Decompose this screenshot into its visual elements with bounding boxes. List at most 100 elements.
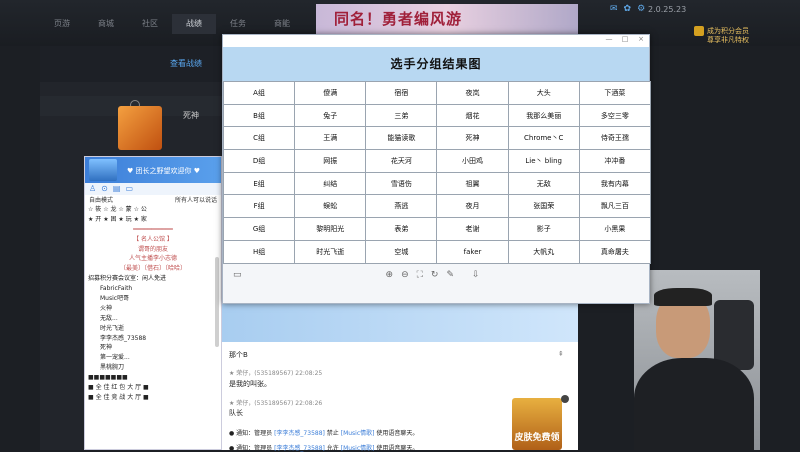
chat-header: ♥ 团长之野望欢迎你 ♥: [85, 157, 221, 183]
player-name: 小黑果: [578, 217, 652, 241]
list-item[interactable]: 招募积分赛会议室：闲人免进: [88, 274, 218, 284]
table-row: D组 网振 花天河 小田鸡 Lie丶 bling 冲冲番: [222, 149, 652, 173]
player-name: 影子: [507, 217, 580, 241]
message-icon[interactable]: ✉: [610, 4, 618, 14]
close-icon[interactable]: [561, 395, 569, 403]
close-button[interactable]: ×: [635, 35, 647, 43]
nav-ability[interactable]: 商能: [260, 14, 304, 34]
table-row: A组 傻满 宿宿 夜岚 大头 下酒菜: [222, 81, 652, 105]
download-icon[interactable]: ⇩: [472, 270, 480, 280]
group-table: A组 傻满 宿宿 夜岚 大头 下酒菜 B组 兔子 三弟 烟花 我那么美丽 多空三零 C组 王满 能猫读歌 死神…: [222, 81, 652, 264]
card-icon[interactable]: ▤: [113, 184, 121, 194]
player-name: 三弟: [365, 103, 438, 128]
nav-webgame[interactable]: 页游: [40, 14, 84, 34]
list-item[interactable]: ■ 全 佳 竞 战 大 厅 ■: [88, 393, 218, 403]
list-item[interactable]: ■ 全 佳 红 包 大 厅 ■: [88, 383, 218, 393]
player-name: 飘凡三百: [578, 194, 652, 219]
nav-community[interactable]: 社区: [128, 14, 172, 34]
system-notice: ● 通知：管理员 [李李杰感_73588] 禁止 [Music情歌] 使用语音聊…: [229, 430, 419, 437]
group-label: H组: [222, 239, 296, 264]
list-item: ═══════════: [133, 225, 173, 233]
player-name: Chrome丶C: [507, 126, 580, 151]
main-nav: 页游 商城 社区 战绩 任务 商能: [40, 14, 304, 34]
image-icon[interactable]: ▭: [233, 270, 242, 280]
list-item: ■■■■■■■: [88, 374, 128, 382]
skin-promo[interactable]: 皮肤免费领: [512, 398, 562, 450]
player-name: 小田鸡: [436, 149, 509, 173]
sub-bar: 查看战绩: [40, 46, 224, 82]
player-name: 宿宿: [365, 81, 438, 105]
chat-line: 那个B: [229, 351, 248, 359]
channel-logo: [89, 159, 117, 181]
monitor-icon[interactable]: ▭: [125, 184, 133, 194]
minimize-button[interactable]: —: [603, 35, 615, 43]
webcam-feed: [634, 270, 760, 450]
list-item[interactable]: 第一宠爱...: [88, 353, 218, 363]
player-name: 表弟: [365, 217, 438, 241]
chat-meta: ★ 荣仔，(535189567) 22:08:25: [229, 370, 323, 377]
list-item[interactable]: 时光飞逝: [88, 324, 218, 334]
group-label: B组: [222, 103, 296, 128]
version-label: 2.0.25.23: [648, 5, 687, 14]
list-item[interactable]: 谓哥的朋友: [88, 245, 218, 255]
chat-banner: [222, 304, 578, 342]
player-name: 烟花: [436, 103, 509, 128]
player-name: 侍奇王孺: [578, 126, 652, 151]
image-viewer-window: — □ × 选手分组结果图 A组 傻满 宿宿 夜岚 大头 下酒菜 B组 兔子 三弟 烟花 我那么美丽…: [222, 34, 652, 304]
fit-icon[interactable]: ⛶: [417, 270, 423, 280]
mode-row: 自由模式 所有人可以说话: [89, 197, 217, 204]
list-item[interactable]: ☆ 筱 ☆ 龙 ☆ 蒙 ☆ 公: [88, 205, 218, 215]
nav-record[interactable]: 战绩: [172, 14, 216, 34]
player-name: 纠结: [294, 171, 367, 196]
list-item[interactable]: 无敌...: [88, 314, 218, 324]
player-name: 黎明阳光: [294, 217, 367, 241]
list-item[interactable]: 李李杰感_73588: [88, 334, 218, 344]
group-label: A组: [222, 81, 296, 105]
maximize-button[interactable]: □: [619, 35, 631, 43]
profile-name: 死神: [183, 111, 199, 120]
viewer-titlebar: — □ ×: [223, 35, 649, 47]
list-item[interactable]: 〔最美〕〔借石〕〔哈哈〕: [88, 264, 218, 274]
rotate-icon[interactable]: ↻: [431, 270, 439, 280]
player-name: 雪语伤: [365, 171, 438, 196]
chat-meta: ★ 荣仔，(535189567) 22:08:26: [229, 400, 323, 407]
list-item[interactable]: ★ 开 ★ 困 ★ 玩 ★ 家: [88, 215, 218, 225]
player-name: 无敌: [507, 171, 580, 196]
sub-tab[interactable]: 查看战绩: [170, 58, 202, 69]
settings-icon[interactable]: ⚙: [637, 4, 645, 14]
table-row: C组 王满 能猫读歌 死神 Chrome丶C 侍奇王孺: [222, 126, 652, 151]
player-name: 大帆丸: [507, 239, 580, 264]
player-name: Lie丶 bling: [507, 149, 580, 173]
gift-icon[interactable]: ✿: [624, 4, 632, 14]
list-item[interactable]: 黑桃腕刀: [88, 363, 218, 373]
player-name: faker: [436, 239, 509, 264]
zoom-in-icon[interactable]: ⊕: [386, 270, 394, 280]
list-item[interactable]: 死神: [88, 343, 218, 353]
list-item[interactable]: FabricFaith: [88, 284, 218, 294]
player-name: 燕逃: [365, 194, 438, 219]
user-icon[interactable]: ♙: [89, 184, 96, 194]
ad-banner[interactable]: 同名！勇者编风游: [316, 4, 578, 36]
nav-shop[interactable]: 商城: [84, 14, 128, 34]
chat-tools: ♙ ⊙ ▤ ▭: [85, 183, 221, 195]
list-item[interactable]: Music吧哥: [88, 294, 218, 304]
list-item[interactable]: 【 名人公馆 】: [88, 235, 218, 245]
player-name: 空城: [365, 239, 438, 264]
list-item[interactable]: 人气主播李小志德: [88, 254, 218, 264]
chat-title: ♥ 团长之野望欢迎你 ♥: [127, 167, 201, 175]
member-promo[interactable]: 成为积分会员 尊享非凡特权: [694, 26, 749, 44]
zoom-out-icon[interactable]: ⊖: [401, 270, 409, 280]
nav-task[interactable]: 任务: [216, 14, 260, 34]
list-scrollbar[interactable]: [215, 257, 219, 347]
list-item[interactable]: 火神: [88, 304, 218, 314]
edit-icon[interactable]: ✎: [446, 270, 454, 280]
avatar[interactable]: [118, 106, 162, 150]
scroll-top-icon[interactable]: ⇞: [558, 350, 568, 360]
player-name: 多空三零: [578, 103, 652, 128]
player-name: 张国荣: [507, 194, 580, 219]
crown-icon: [694, 26, 704, 36]
location-icon[interactable]: ⊙: [101, 184, 108, 194]
top-icons: ✉ ✿ ⚙: [610, 4, 645, 14]
table-row: F组 蜈蚣 燕逃 夜月 张国荣 飘凡三百: [222, 194, 652, 219]
table-row: H组 时光飞逝 空城 faker 大帆丸 真命屠夫: [222, 239, 652, 264]
